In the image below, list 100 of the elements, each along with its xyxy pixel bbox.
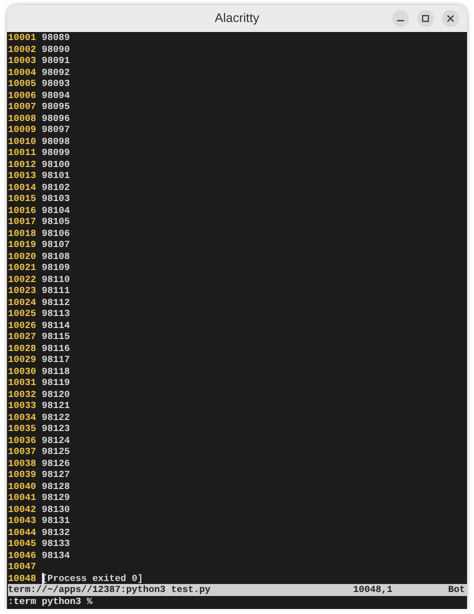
terminal-output: 98103 [42,193,70,204]
terminal-output: 98096 [42,112,70,124]
line-number: 10041 [8,492,36,504]
terminal-output: 98098 [42,136,70,147]
terminal-output: 98095 [42,101,70,112]
terminal-output: 98112 [42,296,70,308]
line-number: 10004 [8,66,36,78]
terminal-output: 98121 [42,400,70,412]
terminal-output: 98116 [42,342,70,354]
line-number: 10036 [8,434,36,446]
line-number: 10043 [8,515,36,526]
line-number: 10025 [8,308,36,320]
line-number: 10011 [8,147,36,158]
terminal-output: 98099 [42,147,70,158]
command-line: :term python3 % [8,596,92,607]
terminal-output: 98123 [42,423,70,434]
terminal-output: 98122 [42,412,70,423]
terminal-output: 98094 [42,90,70,101]
scroll-position: Bot [448,584,465,596]
terminal-output: 98108 [42,250,70,262]
line-number: 10015 [8,193,36,204]
line-number: 10014 [8,182,36,193]
terminal-output: 98093 [42,78,70,90]
line-number: 10009 [8,124,36,136]
line-number: 10039 [8,469,36,480]
line-number: 10018 [8,228,36,239]
line-number: 10023 [8,285,36,296]
line-number: 10040 [8,480,36,492]
terminal-output: 98100 [42,158,70,170]
terminal-output: 98113 [42,308,70,320]
line-number: 10031 [8,377,36,388]
line-number: 10046 [8,550,36,561]
terminal-output: 98102 [42,182,70,193]
line-number: 10010 [8,136,36,147]
line-number: 10038 [8,458,36,469]
line-number: 10026 [8,320,36,331]
line-number: 10029 [8,354,36,366]
line-number: 10048 [8,572,36,584]
terminal-output: 98091 [42,55,70,66]
close-icon [447,15,454,22]
line-number: 10032 [8,388,36,400]
line-number: 10027 [8,331,36,342]
line-number: 10033 [8,400,36,412]
line-number: 10002 [8,44,36,55]
terminal-output: 98130 [42,504,70,515]
terminal-output: 98125 [42,446,70,458]
terminal-output: 98089 [42,32,70,44]
terminal-output: 98124 [42,434,70,446]
close-button[interactable] [442,10,459,27]
cursor-position: 10048,1 [353,584,394,596]
terminal-output: 98118 [42,366,70,377]
line-number: 10007 [8,101,36,112]
maximize-button[interactable] [417,10,434,27]
terminal-output: 98115 [42,331,70,342]
line-number: 10047 [8,561,36,572]
line-number: 10045 [8,538,36,550]
terminal-output: 98133 [42,538,70,550]
line-number: 10024 [8,296,36,308]
terminal-output: 98114 [42,320,70,331]
line-number: 10003 [8,55,36,66]
line-number: 10020 [8,250,36,262]
terminal-output: 98117 [42,354,70,366]
maximize-icon [422,15,429,22]
window-title: Alacritty [214,10,260,28]
terminal-output: 98127 [42,469,70,480]
line-number: 10021 [8,262,36,274]
terminal-output: 98101 [42,170,70,182]
line-number: 10001 [8,32,36,44]
terminal-output: 98109 [42,262,70,274]
terminal-output: 98126 [42,458,70,469]
terminal-output: 98111 [42,285,70,296]
line-number: 10034 [8,412,36,423]
line-number: 10017 [8,216,36,228]
terminal-output: 98105 [42,216,70,228]
line-number: 10028 [8,342,36,354]
line-number: 10005 [8,78,36,90]
line-number: 10035 [8,423,36,434]
terminal-output: 98131 [42,515,70,526]
line-number: 10037 [8,446,36,458]
terminal-output: 98134 [42,550,70,561]
line-number: 10042 [8,504,36,515]
terminal-output: 98097 [42,124,70,136]
line-number: 10044 [8,526,36,538]
line-number: 10030 [8,366,36,377]
terminal-output: [Process exited 0] [42,572,144,584]
terminal-output: 98110 [42,274,70,285]
terminal-output: 98129 [42,492,70,504]
terminal-output: 98128 [42,480,70,492]
line-number: 10006 [8,90,36,101]
terminal-output: 98106 [42,228,70,239]
terminal-output: 98104 [42,204,70,216]
line-number: 10016 [8,204,36,216]
line-number: 10008 [8,112,36,124]
terminal-output: 98107 [42,239,70,250]
terminal-output: 98090 [42,44,70,55]
line-number: 10022 [8,274,36,285]
buffer-name: term://~/apps//12387:python3 test.py [8,584,212,596]
terminal-output: 98132 [42,526,70,538]
line-number: 10019 [8,239,36,250]
minimize-button[interactable] [392,10,409,27]
